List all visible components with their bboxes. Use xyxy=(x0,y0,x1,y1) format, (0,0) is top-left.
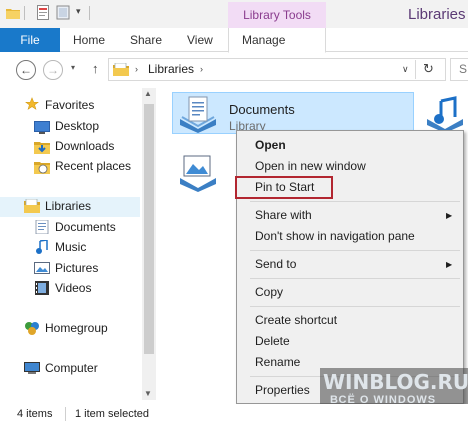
forward-button[interactable]: → xyxy=(43,60,63,80)
sidebar-item-desktop[interactable]: Desktop xyxy=(55,119,99,133)
pictures-icon xyxy=(34,262,50,274)
up-button[interactable]: ↑ xyxy=(92,61,99,76)
address-dropdown-button[interactable]: ∨ xyxy=(402,64,409,75)
libraries-icon xyxy=(113,63,129,76)
desktop-icon xyxy=(34,121,50,134)
pictures-library-icon[interactable] xyxy=(176,152,220,192)
menu-separator xyxy=(250,250,460,251)
scroll-down-icon[interactable]: ▼ xyxy=(144,389,152,398)
search-placeholder: S xyxy=(459,62,468,76)
sidebar-item-libraries[interactable]: Libraries xyxy=(45,199,91,213)
tab-manage[interactable]: Manage xyxy=(242,33,285,47)
quick-access-separator xyxy=(89,6,90,20)
status-bar xyxy=(0,404,468,424)
submenu-arrow-icon: ▶ xyxy=(446,211,453,220)
menu-separator xyxy=(250,306,460,307)
scroll-up-icon[interactable]: ▲ xyxy=(144,89,152,98)
menu-separator xyxy=(250,278,460,279)
videos-icon xyxy=(35,281,49,295)
folder-icon[interactable] xyxy=(6,7,20,19)
computer-icon xyxy=(24,362,40,374)
back-button[interactable]: ← xyxy=(16,60,36,80)
status-item-count: 4 items xyxy=(17,408,53,420)
menu-separator xyxy=(250,201,460,202)
breadcrumb-libraries[interactable]: Libraries xyxy=(148,62,194,76)
breadcrumb-separator[interactable]: › xyxy=(200,64,203,74)
documents-library-icon xyxy=(180,96,216,133)
menu-item-open-new-window[interactable]: Open in new window xyxy=(255,159,366,173)
status-separator xyxy=(65,407,66,421)
submenu-arrow-icon: ▶ xyxy=(446,260,453,269)
menu-item-send-to[interactable]: Send to xyxy=(255,257,296,271)
libraries-icon xyxy=(24,199,40,213)
sidebar-item-downloads[interactable]: Downloads xyxy=(55,139,114,153)
contextual-tab-label: Library Tools xyxy=(243,8,311,22)
recent-places-icon xyxy=(34,162,50,174)
sidebar-item-homegroup[interactable]: Homegroup xyxy=(45,321,108,335)
sidebar-item-computer[interactable]: Computer xyxy=(45,361,98,375)
breadcrumb-separator[interactable]: › xyxy=(135,64,138,74)
refresh-button[interactable]: ↻ xyxy=(423,61,434,77)
menu-item-share-with[interactable]: Share with xyxy=(255,208,312,222)
recent-locations-button[interactable]: ▾ xyxy=(71,63,75,72)
menu-item-rename[interactable]: Rename xyxy=(255,355,300,369)
sidebar-item-documents[interactable]: Documents xyxy=(55,220,116,234)
sidebar-item-recent-places[interactable]: Recent places xyxy=(55,159,131,173)
menu-item-delete[interactable]: Delete xyxy=(255,334,290,348)
sidebar-item-videos[interactable]: Videos xyxy=(55,281,91,295)
tab-file[interactable]: File xyxy=(0,28,60,52)
window-title: Libraries xyxy=(408,6,466,23)
sidebar-item-favorites[interactable]: Favorites xyxy=(45,98,94,112)
music-library-icon[interactable] xyxy=(423,95,467,133)
properties-icon[interactable] xyxy=(37,5,49,20)
nav-scrollbar-thumb[interactable] xyxy=(144,104,154,354)
watermark-logo: WINBLOG.RU xyxy=(323,370,468,394)
status-selection: 1 item selected xyxy=(75,408,149,420)
new-folder-icon[interactable] xyxy=(56,5,70,20)
library-tile-title: Documents xyxy=(229,102,295,117)
menu-item-copy[interactable]: Copy xyxy=(255,285,283,299)
favorites-star-icon xyxy=(25,97,39,110)
homegroup-icon xyxy=(25,322,39,335)
documents-icon xyxy=(35,220,49,234)
menu-item-properties[interactable]: Properties xyxy=(255,383,310,397)
quick-access-separator xyxy=(24,6,25,20)
quick-access-menu-icon[interactable]: ▾ xyxy=(76,6,81,17)
sidebar-item-pictures[interactable]: Pictures xyxy=(55,261,98,275)
music-icon xyxy=(36,240,48,254)
address-separator xyxy=(415,60,416,79)
tab-view[interactable]: View xyxy=(187,33,213,47)
sidebar-item-music[interactable]: Music xyxy=(55,240,86,254)
downloads-icon xyxy=(34,142,50,154)
tab-share[interactable]: Share xyxy=(130,33,162,47)
menu-item-create-shortcut[interactable]: Create shortcut xyxy=(255,313,337,327)
menu-item-open[interactable]: Open xyxy=(255,138,286,152)
pin-to-start-highlight xyxy=(235,176,333,199)
tab-home[interactable]: Home xyxy=(73,33,105,47)
menu-item-dont-show[interactable]: Don't show in navigation pane xyxy=(255,229,415,243)
